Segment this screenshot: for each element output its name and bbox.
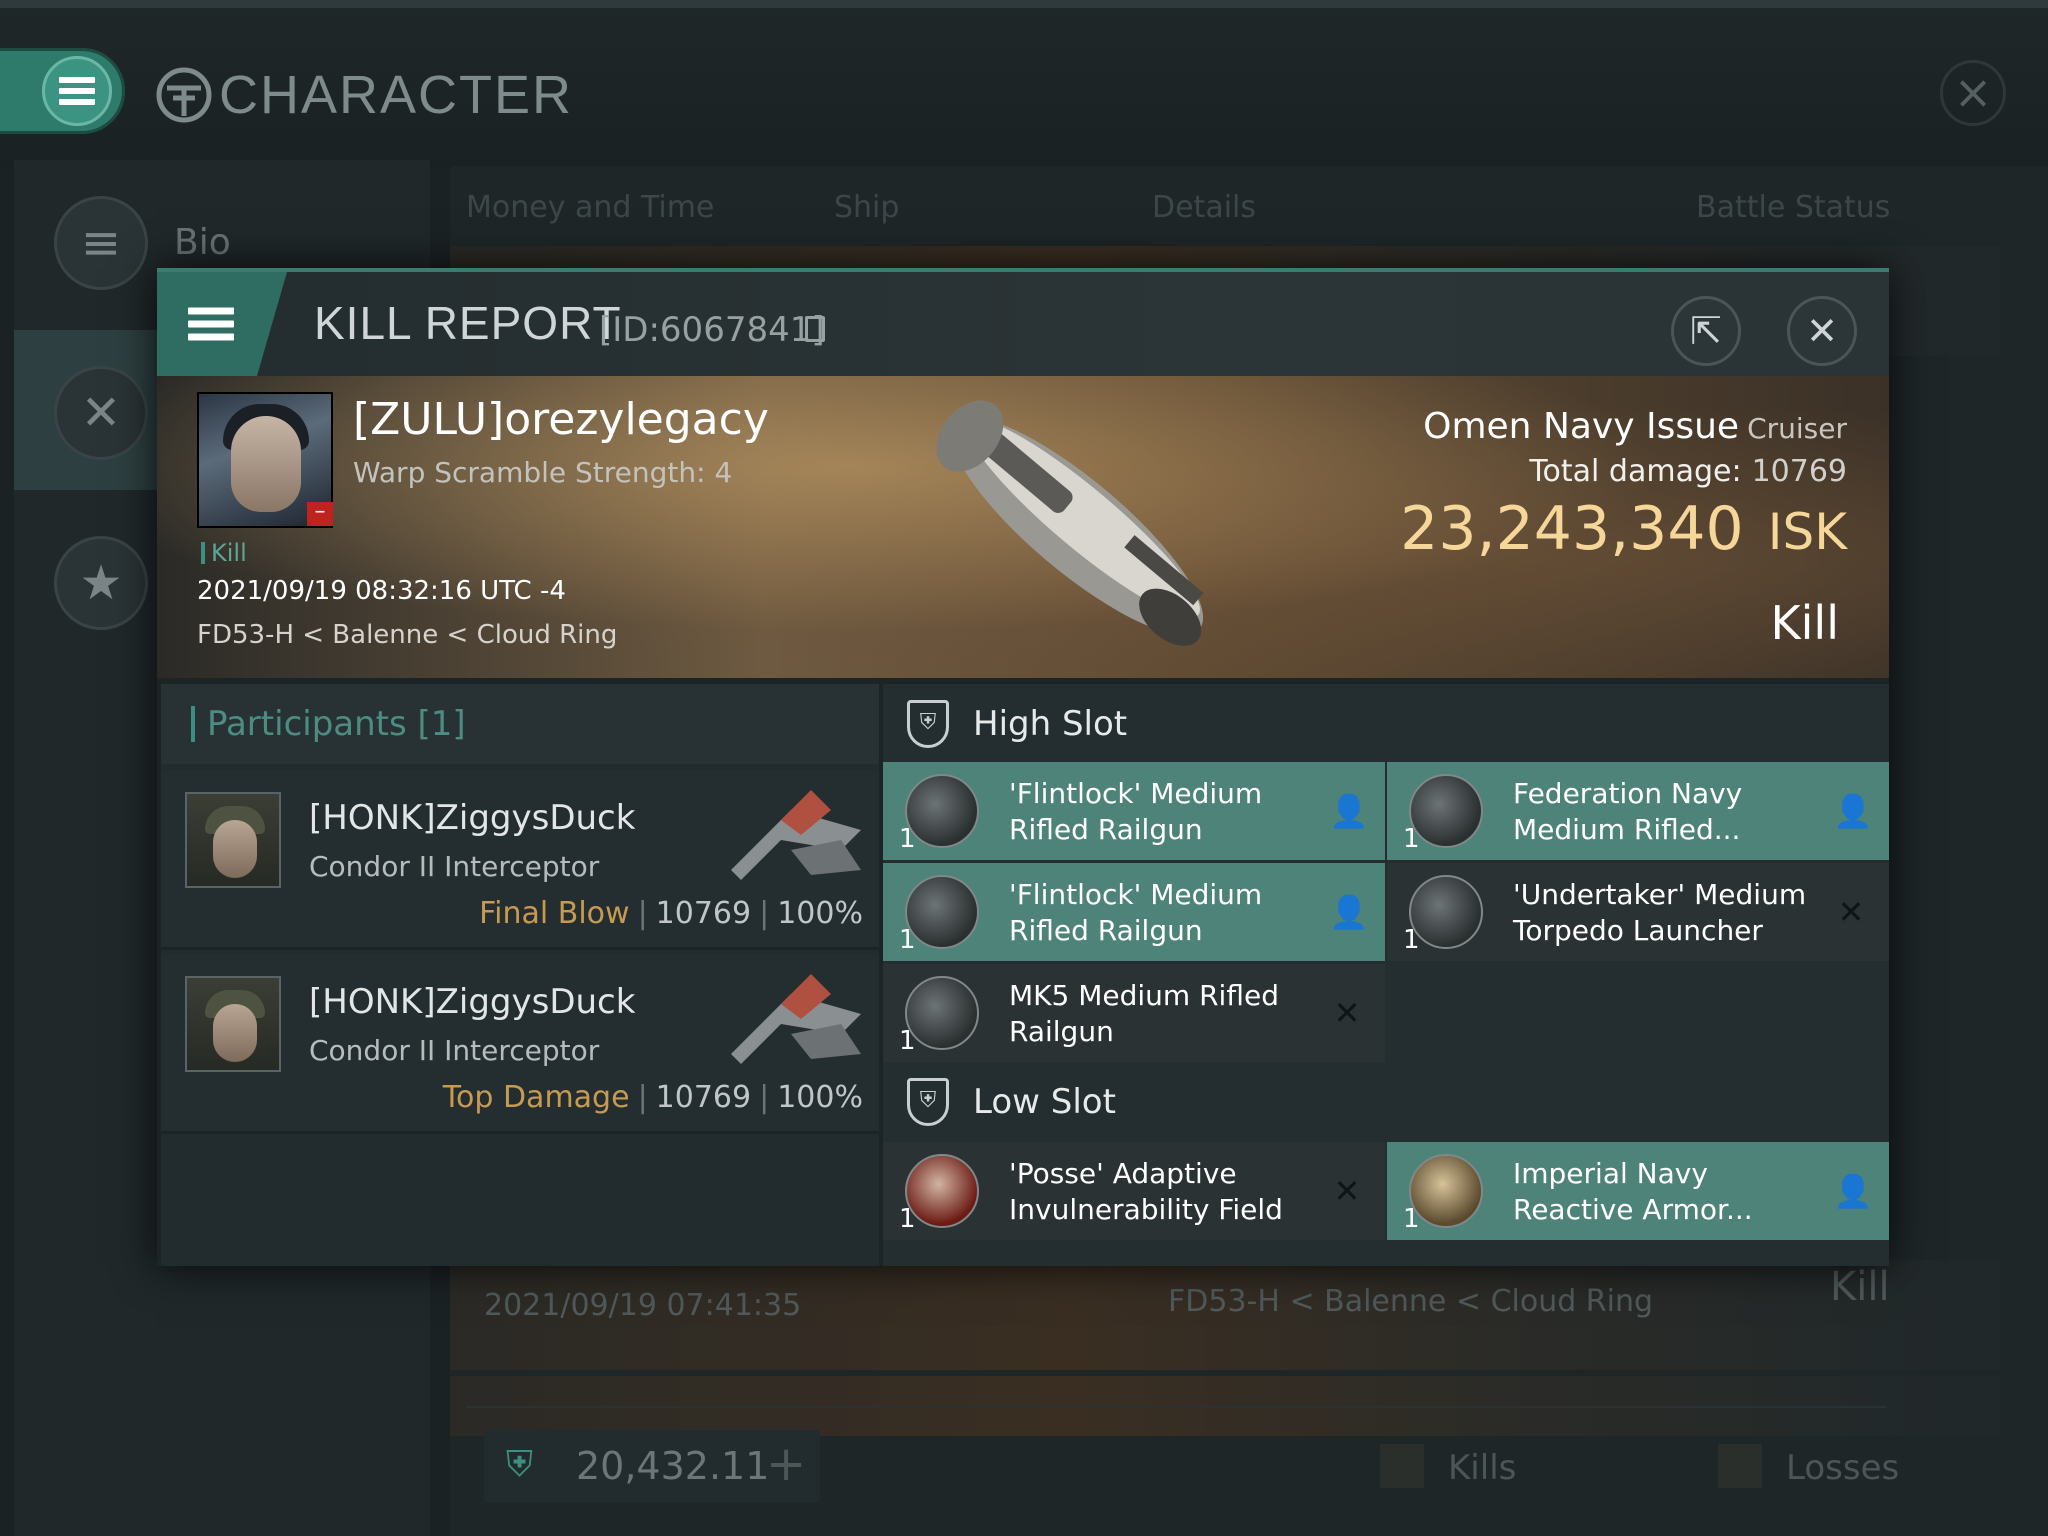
- column-header: Battle Status: [1696, 190, 1891, 225]
- dropped-icon: 👤: [1833, 1172, 1873, 1210]
- menu-icon: [188, 302, 234, 347]
- participant-stats: Top Damage | 10769 | 100%: [442, 1080, 863, 1115]
- dialog-close-button[interactable]: ✕: [1787, 296, 1857, 366]
- participant-ship: Condor II Interceptor: [309, 1034, 600, 1067]
- avatar: [185, 976, 281, 1072]
- kill-report-dialog: KILL REPORT [ID:6067841] ⇱ ✕ – [ZULU]ore…: [157, 268, 1889, 1266]
- participants-panel: Participants [1] [HONK]ZiggysDuck Condor…: [161, 684, 879, 1266]
- participant-name: [HONK]ZiggysDuck: [309, 982, 636, 1022]
- menu-icon: ≡: [54, 196, 148, 290]
- menu-icon: [42, 56, 112, 126]
- share-button[interactable]: ⇱: [1671, 296, 1741, 366]
- isk-icon: ⛨: [506, 1444, 534, 1485]
- dropped-icon: 👤: [1833, 792, 1873, 830]
- module-item[interactable]: 1 'Flintlock' Medium Rifled Railgun 👤: [883, 762, 1385, 860]
- participant-row[interactable]: [HONK]ZiggysDuck Condor II Interceptor F…: [161, 770, 879, 950]
- railgun-icon: [1409, 774, 1483, 848]
- kills-legend-label: Kills: [1448, 1448, 1517, 1488]
- low-slot-header: ⛨ Low Slot: [883, 1062, 1889, 1140]
- kill-tag: Kill: [201, 541, 247, 565]
- wallet-balance: ⛨ 20,432.11 +: [484, 1430, 820, 1502]
- participant-row[interactable]: [HONK]ZiggysDuck Condor II Interceptor T…: [161, 954, 879, 1134]
- participant-stats: Final Blow | 10769 | 100%: [479, 896, 863, 931]
- character-emblem-icon: [156, 67, 212, 123]
- dropped-icon: 👤: [1329, 792, 1369, 830]
- top-bar: CHARACTER ×: [0, 0, 2048, 170]
- dropped-icon: 👤: [1329, 893, 1369, 931]
- losses-legend-swatch[interactable]: [1718, 1444, 1762, 1488]
- participant-ship: Condor II Interceptor: [309, 850, 600, 883]
- armor-module-icon: [1409, 1154, 1483, 1228]
- participant-name: [HONK]ZiggysDuck: [309, 798, 636, 838]
- destroyed-icon: ✕: [1333, 994, 1361, 1032]
- battle-status: Kill: [1770, 596, 1839, 650]
- ship-image: [936, 400, 1204, 646]
- dialog-title: KILL REPORT: [314, 297, 622, 349]
- torpedo-launcher-icon: [1409, 875, 1483, 949]
- high-slot-header: ⛨ High Slot: [883, 684, 1889, 762]
- kill-location: FD53-H < Balenne < Cloud Ring: [197, 620, 618, 650]
- dialog-menu-button[interactable]: [157, 272, 287, 376]
- ship-class: Cruiser: [1747, 412, 1847, 445]
- module-item[interactable]: 1 'Posse' Adaptive Invulnerability Field…: [883, 1142, 1385, 1240]
- participants-header: Participants [1]: [161, 684, 879, 764]
- window-close-button[interactable]: ×: [1940, 60, 2006, 126]
- destroyed-icon: ✕: [1333, 1172, 1361, 1210]
- destroyed-icon: ✕: [1837, 893, 1865, 931]
- participant-ship-image: [731, 974, 861, 1064]
- shield-module-icon: [905, 1154, 979, 1228]
- losses-legend-label: Losses: [1786, 1448, 1900, 1488]
- table-row[interactable]: 2021/09/19 07:41:35 FD53-H < Balenne < C…: [450, 1260, 2000, 1370]
- crossed-swords-icon: ✕: [54, 366, 148, 460]
- loss-badge-icon: –: [307, 501, 333, 526]
- module-item[interactable]: 1 Imperial Navy Reactive Armor... 👤: [1387, 1142, 1889, 1240]
- star-icon: ★: [54, 536, 148, 630]
- low-slot-icon: ⛨: [907, 1078, 949, 1126]
- dialog-header: KILL REPORT [ID:6067841] ⇱ ✕: [157, 272, 1889, 376]
- close-icon: ✕: [1806, 309, 1838, 353]
- isk-value: 23,243,340 ISK: [1400, 494, 1847, 564]
- kill-datetime: 2021/09/19 08:32:16 UTC -4: [197, 576, 566, 606]
- main-menu-button[interactable]: [0, 48, 125, 134]
- fitting-panel: ⛨ High Slot 1 'Flintlock' Medium Rifled …: [883, 684, 1889, 1266]
- total-damage: Total damage: 10769: [1529, 454, 1847, 489]
- railgun-icon: [905, 875, 979, 949]
- close-icon: ×: [1953, 65, 1993, 119]
- kills-legend-swatch[interactable]: [1380, 1444, 1424, 1488]
- participant-ship-image: [731, 790, 861, 880]
- warp-scramble-strength: Warp Scramble Strength: 4: [353, 456, 733, 489]
- window-title: CHARACTER: [155, 60, 573, 130]
- kill-summary-banner: – [ZULU]orezylegacy Warp Scramble Streng…: [157, 376, 1889, 678]
- railgun-icon: [905, 774, 979, 848]
- high-slot-icon: ⛨: [907, 700, 949, 748]
- module-item[interactable]: 1 Federation Navy Medium Rifled... 👤: [1387, 762, 1889, 860]
- module-item[interactable]: 1 'Undertaker' Medium Torpedo Launcher ✕: [1387, 863, 1889, 961]
- module-item[interactable]: 1 MK5 Medium Rifled Railgun ✕: [883, 964, 1385, 1062]
- ship-name[interactable]: Omen Navy Issue Cruiser: [1423, 406, 1847, 447]
- railgun-icon: [905, 976, 979, 1050]
- column-header: Money and Time: [466, 190, 715, 225]
- external-link-icon: ⇱: [1690, 309, 1722, 353]
- module-item[interactable]: 1 'Flintlock' Medium Rifled Railgun 👤: [883, 863, 1385, 961]
- add-funds-button[interactable]: +: [766, 1436, 806, 1492]
- column-header: Details: [1152, 190, 1257, 225]
- victim-name[interactable]: [ZULU]orezylegacy: [353, 394, 769, 445]
- column-header: Ship: [834, 190, 900, 225]
- report-id: [ID:6067841]: [599, 310, 825, 350]
- copy-icon[interactable]: [805, 316, 825, 342]
- avatar: [185, 792, 281, 888]
